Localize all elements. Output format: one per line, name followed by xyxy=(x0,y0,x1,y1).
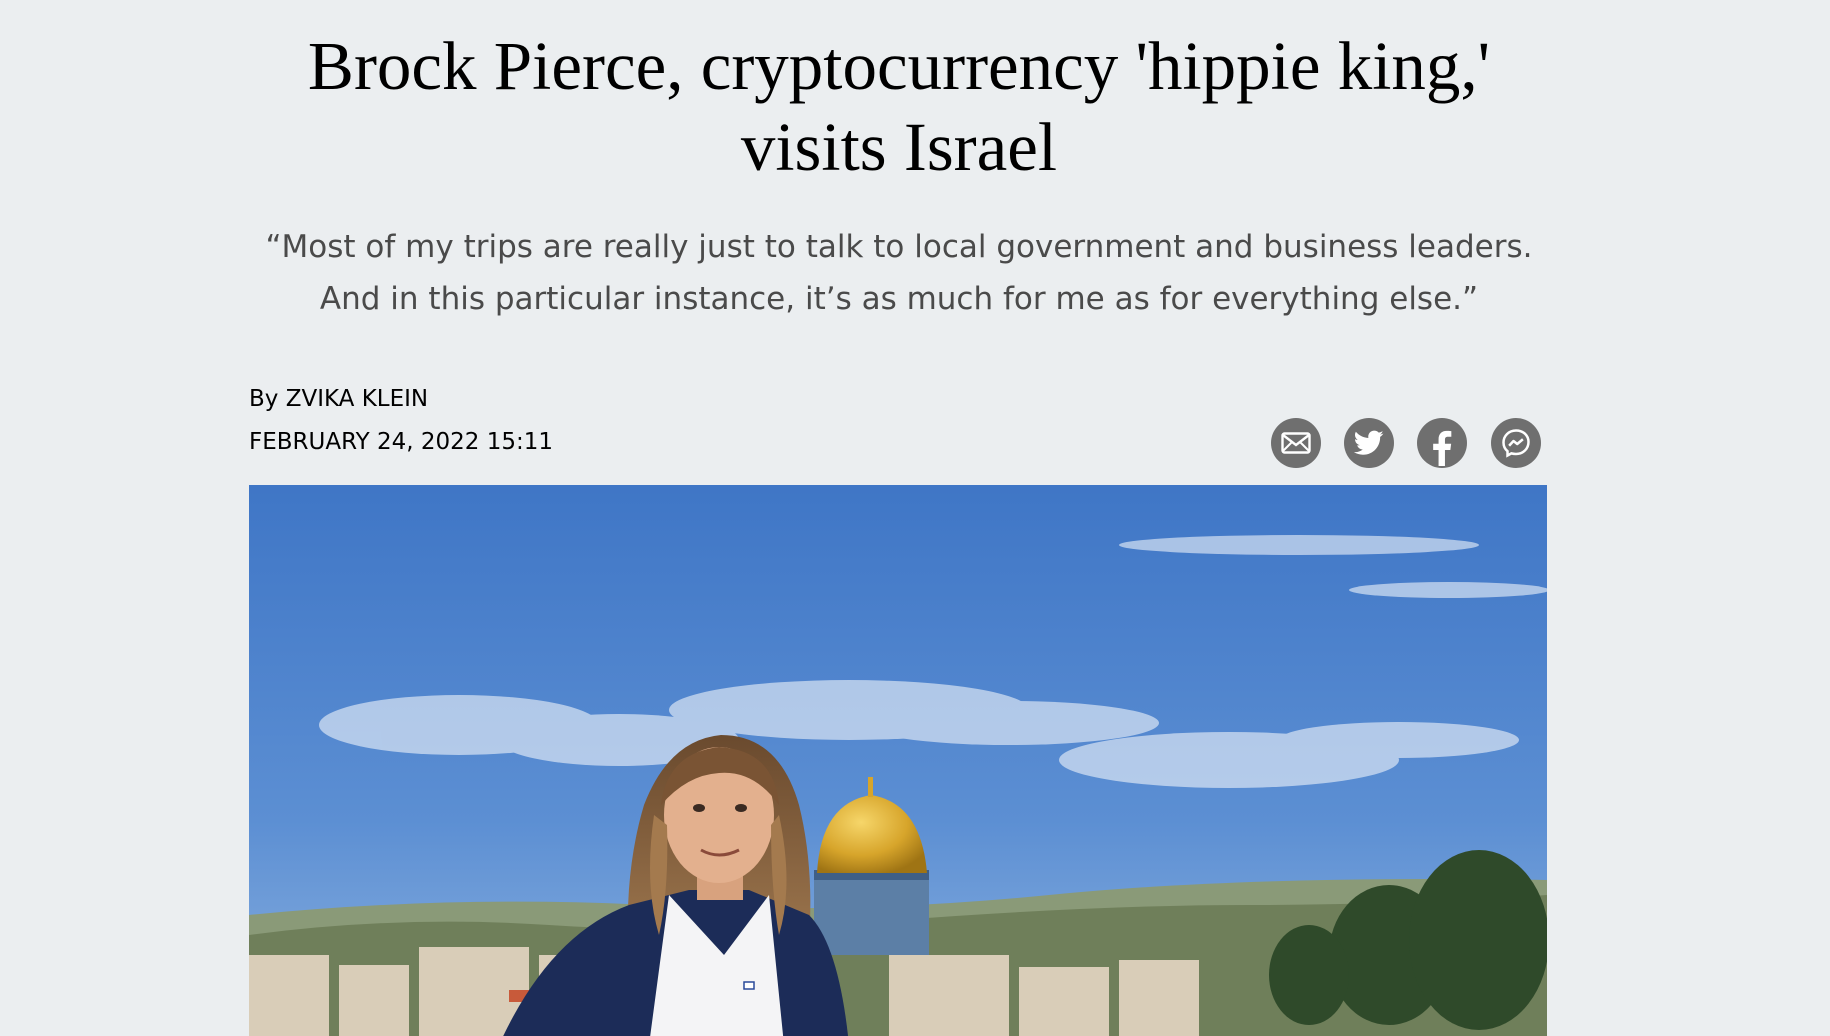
twitter-icon xyxy=(1354,430,1384,455)
share-facebook-button[interactable] xyxy=(1417,418,1467,468)
hero-photo xyxy=(249,485,1547,1036)
hero-image xyxy=(249,485,1547,1036)
article-headline: Brock Pierce, cryptocurrency 'hippie kin… xyxy=(307,28,1491,185)
article-byline[interactable]: By ZVIKA KLEIN xyxy=(249,383,428,415)
facebook-icon xyxy=(1433,430,1452,466)
messenger-icon xyxy=(1502,429,1530,458)
article-subheadline: “Most of my trips are really just to tal… xyxy=(265,229,1533,317)
article-page: Brock Pierce, cryptocurrency 'hippie kin… xyxy=(0,0,1830,1036)
mail-icon xyxy=(1281,432,1311,454)
share-twitter-button[interactable] xyxy=(1344,418,1394,468)
share-mail-button[interactable] xyxy=(1271,418,1321,468)
share-messenger-button[interactable] xyxy=(1491,418,1541,468)
article-date: FEBRUARY 24, 2022 15:11 xyxy=(249,429,553,455)
